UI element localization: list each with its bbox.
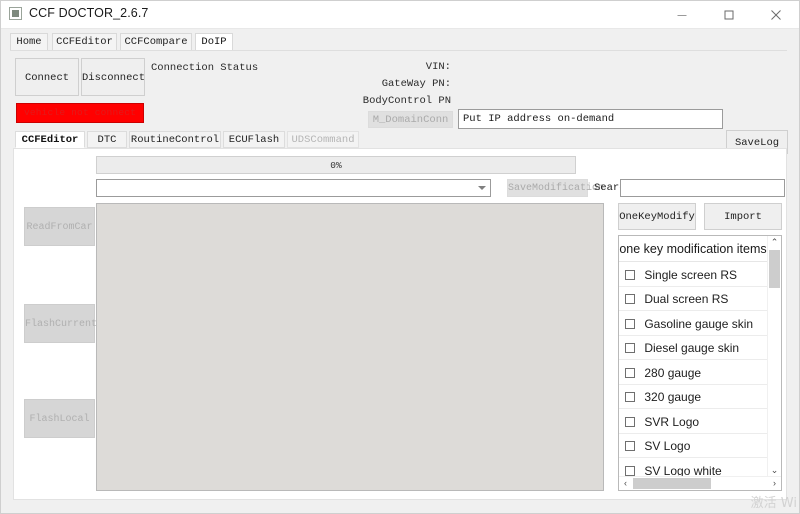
- list-vertical-scrollbar[interactable]: ⌃ ⌄: [767, 236, 781, 477]
- tab-ccfcompare[interactable]: CCFCompare: [120, 33, 192, 51]
- vertical-scroll-thumb[interactable]: [769, 250, 780, 288]
- application-window: CCF DOCTOR_2.6.7 Home CCFEditor CCFCompa…: [0, 0, 800, 514]
- search-input[interactable]: [620, 179, 785, 197]
- horizontal-scroll-thumb[interactable]: [633, 478, 711, 489]
- checkbox-icon[interactable]: [625, 270, 635, 280]
- chevron-down-icon: [478, 186, 486, 190]
- list-item[interactable]: 280 gauge: [619, 360, 781, 385]
- subtab-ecuflash[interactable]: ECUFlash: [223, 131, 285, 148]
- app-icon: [9, 7, 22, 20]
- close-button[interactable]: [753, 1, 799, 28]
- tab-doip[interactable]: DoIP: [195, 33, 233, 51]
- tab-ccfeditor[interactable]: CCFEditor: [52, 33, 117, 51]
- list-item-label: Single screen RS: [644, 263, 737, 288]
- window-title: CCF DOCTOR_2.6.7: [29, 6, 148, 20]
- domain-conn-button[interactable]: M_DomainConn: [368, 111, 453, 128]
- connection-panel: Connect Disconnect vehicle not connect C…: [1, 51, 799, 129]
- subtab-ccfeditor[interactable]: CCFEditor: [15, 131, 85, 148]
- list-item[interactable]: 320 gauge: [619, 385, 781, 410]
- list-item[interactable]: SV Logo: [619, 434, 781, 459]
- checkbox-icon[interactable]: [625, 466, 635, 476]
- one-key-modify-button[interactable]: OneKeyModify: [618, 203, 696, 230]
- list-header: one key modification items: [619, 236, 781, 262]
- list-item[interactable]: Gasoline gauge skin: [619, 311, 781, 336]
- connection-status-label: Connection Status: [151, 62, 258, 74]
- subtab-dtc[interactable]: DTC: [87, 131, 127, 148]
- checkbox-icon[interactable]: [625, 417, 635, 427]
- subtab-udscommand[interactable]: UDSCommand: [287, 131, 359, 148]
- activation-watermark: 激活 Wi: [751, 492, 797, 511]
- list-item-label: SV Logo: [644, 434, 690, 459]
- status-banner-label: vehicle not connect: [17, 107, 143, 118]
- close-icon: [771, 9, 782, 20]
- minimize-icon: [677, 9, 688, 20]
- list-item-label: 320 gauge: [644, 385, 701, 410]
- ip-address-input[interactable]: Put IP address on-demand: [458, 109, 723, 129]
- list-item-label: SVR Logo: [644, 410, 699, 435]
- subtab-routinecontrol[interactable]: RoutineControl: [129, 131, 221, 148]
- list-item-label: 280 gauge: [644, 361, 701, 386]
- checkbox-icon[interactable]: [625, 392, 635, 402]
- one-key-modification-list: one key modification items Single screen…: [618, 235, 782, 491]
- list-item[interactable]: Single screen RS: [619, 262, 781, 287]
- scroll-right-icon[interactable]: ›: [768, 477, 781, 490]
- read-from-car-button[interactable]: ReadFromCar: [24, 207, 95, 246]
- save-modification-button[interactable]: SaveModification: [507, 179, 588, 197]
- progress-bar: 0%: [96, 156, 576, 174]
- list-item-label: Dual screen RS: [644, 287, 728, 312]
- status-banner: vehicle not connect: [16, 103, 144, 123]
- checkbox-icon[interactable]: [625, 343, 635, 353]
- list-item[interactable]: SVR Logo: [619, 409, 781, 434]
- gateway-pn-label: GateWay PN:: [301, 78, 451, 90]
- ccf-data-grid[interactable]: [96, 203, 604, 491]
- flash-local-button[interactable]: FlashLocal: [24, 399, 95, 438]
- maximize-icon: [724, 9, 735, 20]
- maximize-button[interactable]: [706, 1, 752, 28]
- ccf-item-dropdown[interactable]: [96, 179, 491, 197]
- checkbox-icon[interactable]: [625, 441, 635, 451]
- checkbox-icon[interactable]: [625, 319, 635, 329]
- list-item[interactable]: Dual screen RS: [619, 287, 781, 312]
- bodycontrol-pn-label: BodyControl PN: [301, 95, 451, 107]
- list-item-label: Diesel gauge skin: [644, 336, 739, 361]
- title-bar: CCF DOCTOR_2.6.7: [1, 1, 799, 29]
- minimize-button[interactable]: [659, 1, 705, 28]
- connect-button[interactable]: Connect: [15, 58, 79, 96]
- scroll-up-icon[interactable]: ⌃: [768, 236, 781, 249]
- scroll-left-icon[interactable]: ‹: [619, 477, 632, 490]
- list-item-label: Gasoline gauge skin: [644, 312, 753, 337]
- import-button[interactable]: Import: [704, 203, 782, 230]
- tab-home[interactable]: Home: [10, 33, 48, 51]
- ccfeditor-panel: 0% SaveModification Search ReadFromCar F…: [13, 148, 787, 500]
- checkbox-icon[interactable]: [625, 368, 635, 378]
- list-horizontal-scrollbar[interactable]: ‹ ›: [619, 476, 781, 490]
- flash-current-button[interactable]: FlashCurrent: [24, 304, 95, 343]
- vin-label: VIN:: [301, 61, 451, 73]
- checkbox-icon[interactable]: [625, 294, 635, 304]
- disconnect-button[interactable]: Disconnect: [81, 58, 145, 96]
- progress-label: 0%: [97, 160, 575, 171]
- list-item[interactable]: Diesel gauge skin: [619, 336, 781, 361]
